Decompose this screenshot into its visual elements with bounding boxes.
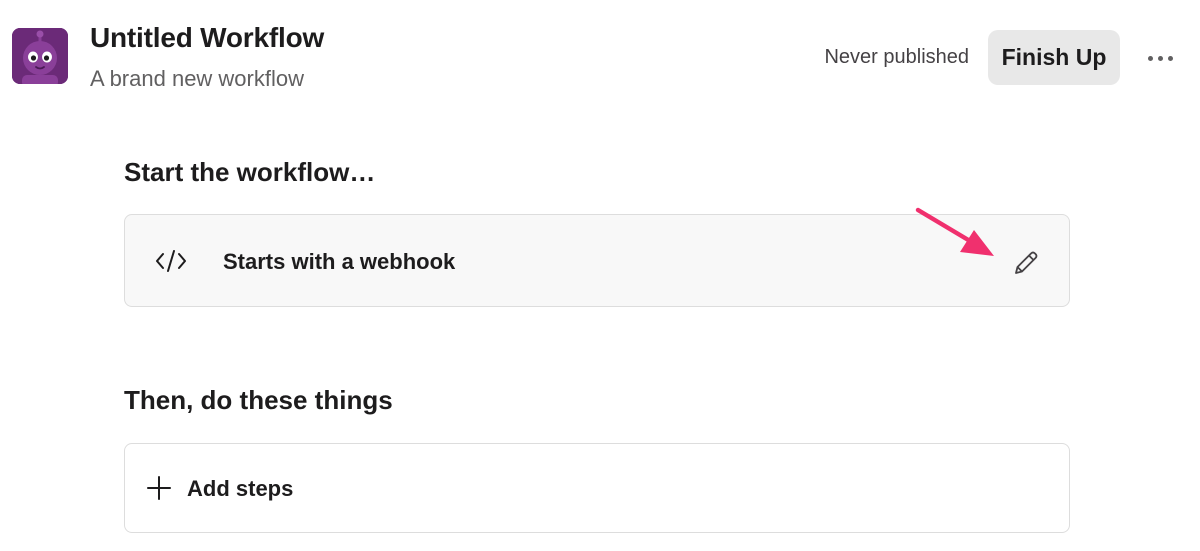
pencil-icon[interactable] <box>1011 248 1041 278</box>
plus-icon <box>147 476 171 500</box>
start-section-heading: Start the workflow… <box>124 157 376 187</box>
code-icon <box>156 250 186 272</box>
robot-avatar-icon <box>12 28 68 84</box>
page-subtitle: A brand new workflow <box>90 66 304 91</box>
publish-status: Never published <box>824 46 969 68</box>
then-section-heading: Then, do these things <box>124 385 393 415</box>
arrow-icon <box>915 207 994 256</box>
finish-up-button[interactable]: Finish Up <box>988 30 1120 85</box>
more-icon[interactable] <box>1140 42 1180 74</box>
trigger-label: Starts with a webhook <box>223 249 456 274</box>
add-steps-button[interactable]: Add steps <box>124 443 1070 533</box>
page-title: Untitled Workflow <box>90 22 325 53</box>
add-steps-label: Add steps <box>187 476 294 501</box>
workflow-builder: Untitled Workflow A brand new workflow N… <box>0 0 1200 551</box>
